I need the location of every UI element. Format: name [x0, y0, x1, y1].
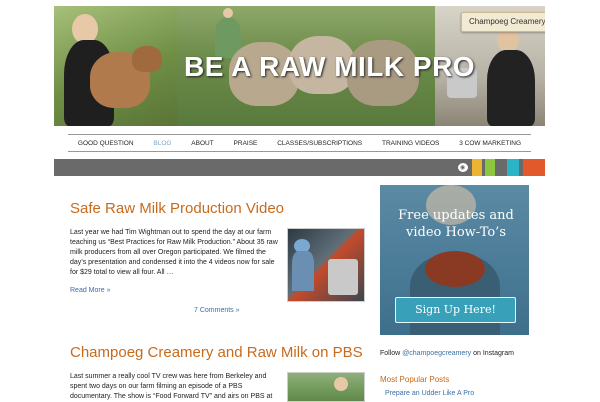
nav-item-training-videos[interactable]: TRAINING VIDEOS: [382, 140, 439, 147]
newsletter-promo[interactable]: Free updates and video How-To’s Sign Up …: [380, 185, 529, 335]
read-more-link[interactable]: Read More »: [70, 287, 110, 294]
post-excerpt: Last summer a really cool TV crew was he…: [70, 373, 273, 400]
promo-headline: Free updates and video How-To’s: [398, 208, 514, 240]
rss-icon[interactable]: ◉: [458, 163, 468, 172]
instagram-handle-link[interactable]: @champoegcreamery: [402, 350, 471, 357]
nav-item-blog[interactable]: BLOG: [153, 140, 171, 147]
nav-item-praise[interactable]: PRAISE: [234, 140, 258, 147]
instagram-follow: Follow @champoegcreamery on Instagram: [380, 350, 514, 357]
follow-prefix: Follow: [380, 350, 403, 357]
brand-badge[interactable]: Champoeg Creamery: [461, 12, 545, 32]
color-swatch-orange: [523, 159, 545, 176]
post-thumbnail-video[interactable]: [287, 228, 365, 302]
nav-item-classes-subscriptions[interactable]: CLASSES/SUBSCRIPTIONS: [277, 140, 362, 147]
page-container: BE A RAW MILK PRO Champoeg Creamery GOOD…: [54, 0, 545, 402]
color-swatch-green: [485, 159, 495, 176]
color-swatch-teal: [507, 159, 519, 176]
sign-up-button[interactable]: Sign Up Here!: [395, 297, 516, 323]
follow-suffix: on Instagram: [471, 350, 514, 357]
nav-item-about[interactable]: ABOUT: [191, 140, 213, 147]
main-nav: GOOD QUESTION BLOG ABOUT PRAISE CLASSES/…: [68, 134, 531, 152]
header-banner[interactable]: BE A RAW MILK PRO Champoeg Creamery: [54, 6, 545, 126]
nav-item-good-question[interactable]: GOOD QUESTION: [78, 140, 134, 147]
popular-post-link[interactable]: Prepare an Udder Like A Pro: [385, 390, 474, 397]
post-title[interactable]: Safe Raw Milk Production Video: [70, 200, 284, 217]
comments-link[interactable]: 7 Comments »: [194, 307, 240, 314]
post-excerpt: Last year we had Tim Wightman out to spe…: [70, 229, 278, 276]
color-swatch-yellow: [472, 159, 482, 176]
nav-item-3-cow-marketing[interactable]: 3 COW MARKETING: [459, 140, 521, 147]
post-thumbnail-pbs[interactable]: [287, 372, 365, 402]
post-title[interactable]: Champoeg Creamery and Raw Milk on PBS: [70, 344, 363, 361]
popular-posts-heading: Most Popular Posts: [380, 375, 450, 384]
banner-title: BE A RAW MILK PRO: [184, 51, 476, 82]
banner-photo-woman-with-calf: [54, 6, 177, 126]
accent-color-bar: ◉: [54, 159, 545, 176]
